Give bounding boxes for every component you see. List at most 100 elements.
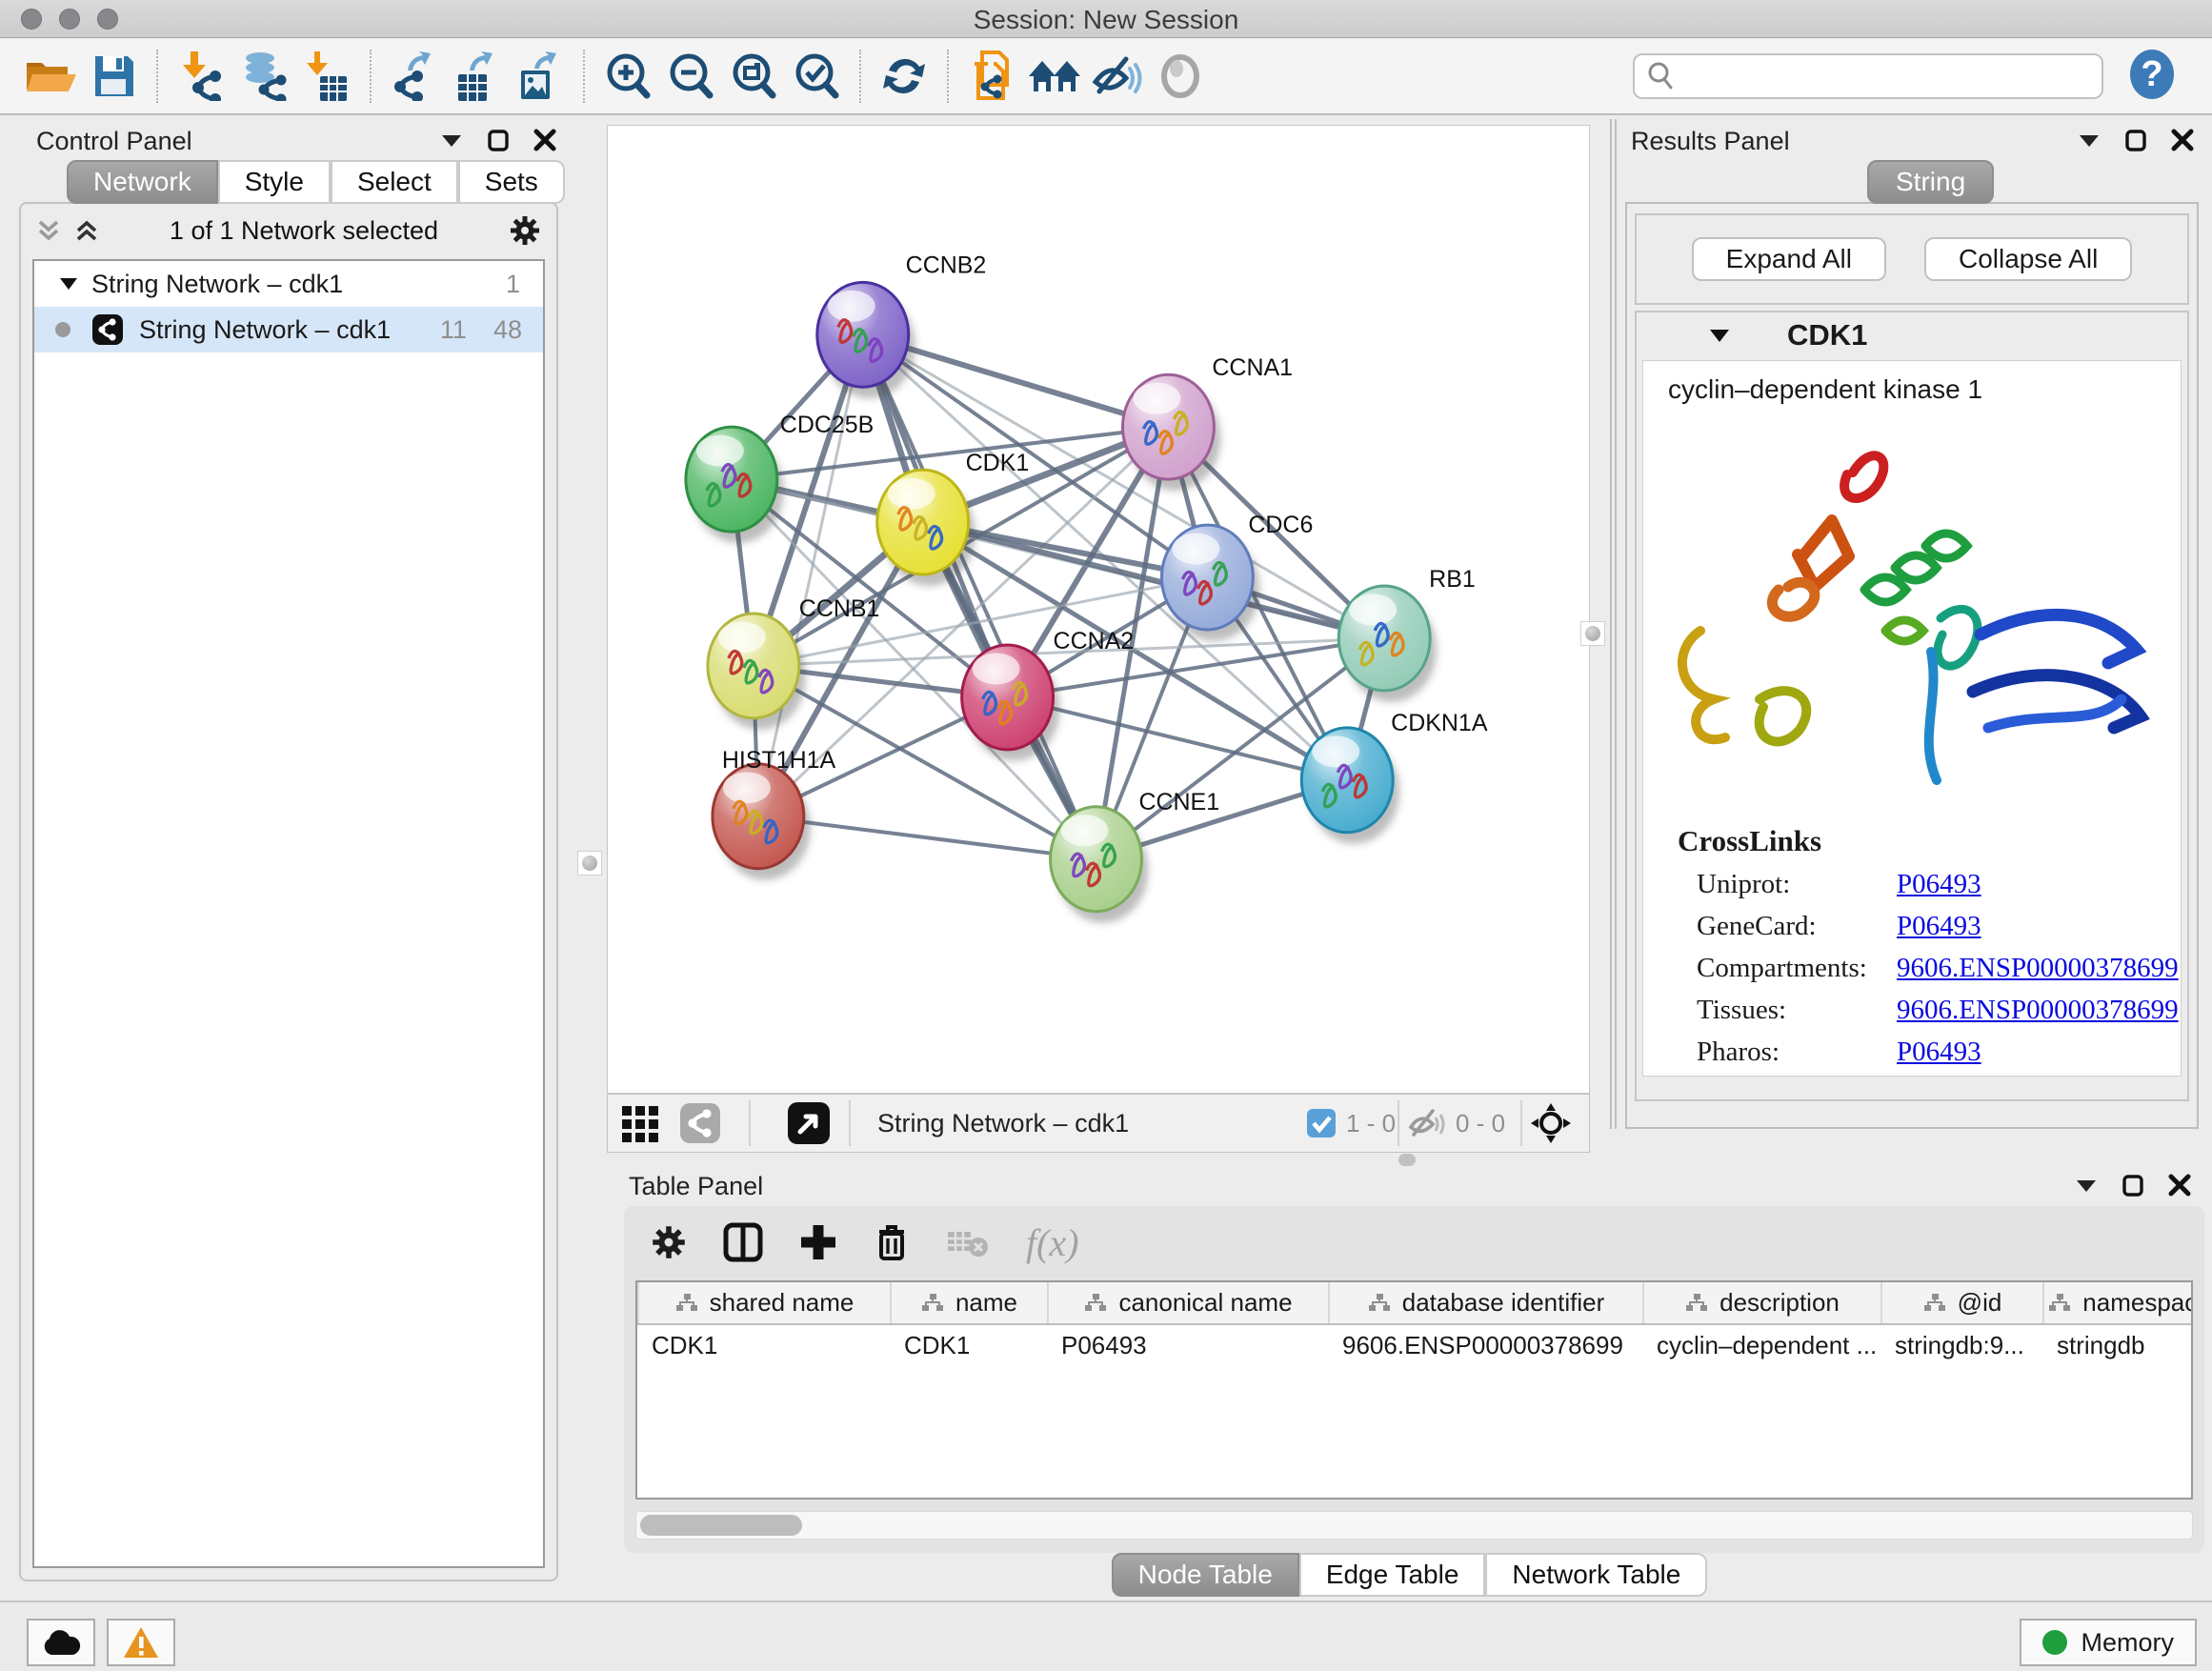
tab-network-table[interactable]: Network Table xyxy=(1485,1553,1707,1597)
warnings-button[interactable] xyxy=(107,1619,175,1666)
column-header-name[interactable]: name xyxy=(891,1282,1048,1324)
delete-table-icon[interactable] xyxy=(946,1226,990,1258)
apply-layout-button[interactable] xyxy=(873,46,935,107)
expand-all-button[interactable]: Expand All xyxy=(1692,237,1886,281)
memory-status-dot xyxy=(2042,1630,2067,1655)
zoom-fit-button[interactable] xyxy=(722,46,785,107)
zoom-in-button[interactable] xyxy=(596,46,659,107)
network-node-CCNA1[interactable] xyxy=(1122,374,1220,491)
column-header-shared-name[interactable]: shared name xyxy=(638,1282,891,1324)
tab-edge-table[interactable]: Edge Table xyxy=(1299,1553,1486,1597)
export-network-button[interactable] xyxy=(383,46,446,107)
left-splitter-handle[interactable] xyxy=(577,851,602,876)
search-input[interactable] xyxy=(1675,62,2090,91)
crosslink-link[interactable]: P06493 xyxy=(1897,1037,1981,1068)
tab-style[interactable]: Style xyxy=(218,160,331,204)
grid-view-icon[interactable] xyxy=(620,1102,662,1144)
column-header--id[interactable]: @id xyxy=(1881,1282,2043,1324)
show-all-button[interactable] xyxy=(1149,46,1212,107)
function-builder-icon[interactable]: f(x) xyxy=(1026,1220,1079,1265)
pan-crosshair-icon[interactable] xyxy=(1531,1103,1571,1143)
network-node-CCNB2[interactable] xyxy=(817,282,915,398)
network-node-CCNE1[interactable] xyxy=(1051,807,1149,923)
export-image-button[interactable] xyxy=(509,46,572,107)
table-cell[interactable]: CDK1 xyxy=(891,1324,1048,1366)
right-splitter[interactable] xyxy=(1610,119,1612,1129)
expand-all-networks-icon[interactable] xyxy=(36,218,61,243)
tree-expander-icon[interactable] xyxy=(59,276,78,292)
delete-column-icon[interactable] xyxy=(874,1222,910,1262)
birds-eye-view-icon[interactable] xyxy=(787,1101,831,1145)
crosslink-link[interactable]: P06493 xyxy=(1897,911,1981,942)
table-row[interactable]: CDK1CDK1P064939606.ENSP00000378699cyclin… xyxy=(638,1324,2193,1366)
selected-checkbox-icon[interactable] xyxy=(1306,1108,1337,1138)
export-table-button[interactable] xyxy=(446,46,509,107)
network-canvas[interactable]: CCNB2CCNA1CDC25BCDK1CDC6RB1CCNB1CCNA2CDK… xyxy=(607,125,1590,1094)
table-cell[interactable]: cyclin–dependent ... xyxy=(1643,1324,1881,1366)
column-header-description[interactable]: description xyxy=(1643,1282,1881,1324)
help-button[interactable]: ? xyxy=(2128,48,2176,106)
table-cell[interactable]: 9606.ENSP00000378699 xyxy=(1329,1324,1643,1366)
network-node-CCNA2[interactable] xyxy=(962,645,1060,761)
import-network-database-button[interactable] xyxy=(232,46,295,107)
table-cell[interactable]: stringdb xyxy=(2043,1324,2193,1366)
hide-selected-button[interactable] xyxy=(1086,46,1149,107)
save-session-button[interactable] xyxy=(82,46,145,107)
tab-network[interactable]: Network xyxy=(67,160,218,204)
float-panel-icon[interactable] xyxy=(2122,1174,2143,1197)
zoom-out-button[interactable] xyxy=(659,46,722,107)
import-table-button[interactable] xyxy=(295,46,358,107)
import-network-file-button[interactable] xyxy=(170,46,232,107)
memory-button[interactable]: Memory xyxy=(2020,1619,2197,1666)
crosslink-link[interactable]: 9606.ENSP00000378699 xyxy=(1897,953,2179,984)
close-panel-icon[interactable] xyxy=(533,129,556,151)
column-header-canonical-name[interactable]: canonical name xyxy=(1048,1282,1329,1324)
table-cell[interactable]: stringdb:9... xyxy=(1881,1324,2043,1366)
table-hscrollbar-thumb[interactable] xyxy=(640,1515,802,1536)
table-cell[interactable]: P06493 xyxy=(1048,1324,1329,1366)
table-cell[interactable]: CDK1 xyxy=(638,1324,891,1366)
close-panel-icon[interactable] xyxy=(2168,1174,2191,1197)
crosslink-label: Uniprot: xyxy=(1697,869,1897,900)
network-node-CDC25B[interactable] xyxy=(686,427,784,543)
tab-select[interactable]: Select xyxy=(331,160,458,204)
collapse-all-button[interactable]: Collapse All xyxy=(1924,237,2132,281)
zoom-selected-button[interactable] xyxy=(785,46,848,107)
network-view-mode-icon[interactable] xyxy=(679,1102,721,1144)
network-row[interactable]: String Network – cdk1 11 48 xyxy=(34,307,543,352)
tab-string[interactable]: String xyxy=(1867,160,1994,204)
column-header-database-identifier[interactable]: database identifier xyxy=(1329,1282,1643,1324)
tab-sets[interactable]: Sets xyxy=(458,160,565,204)
node-table[interactable]: shared namenamecanonical namedatabase id… xyxy=(635,1280,2193,1500)
tab-node-table[interactable]: Node Table xyxy=(1112,1553,1299,1597)
add-column-icon[interactable] xyxy=(799,1223,837,1261)
crosslink-link[interactable]: 9606.ENSP00000378699 xyxy=(1897,995,2179,1026)
hidden-eye-slash-icon[interactable] xyxy=(1408,1106,1446,1140)
eye-slash-icon xyxy=(1092,53,1143,99)
collapse-panel-icon[interactable] xyxy=(2075,1178,2098,1193)
section-expander-icon[interactable] xyxy=(1709,328,1730,343)
right-splitter-handle[interactable] xyxy=(1580,621,1605,646)
table-hscrollbar[interactable] xyxy=(635,1511,2193,1540)
first-neighbors-button[interactable] xyxy=(1023,46,1086,107)
clone-network-button[interactable] xyxy=(960,46,1023,107)
gene-section-header[interactable]: CDK1 xyxy=(1637,312,2187,358)
network-node-CDK1[interactable] xyxy=(877,470,975,586)
table-options-gear-icon[interactable] xyxy=(651,1224,687,1260)
crosslink-link[interactable]: P06493 xyxy=(1897,869,1981,900)
show-columns-icon[interactable] xyxy=(723,1222,763,1262)
float-panel-icon[interactable] xyxy=(2125,129,2146,151)
close-panel-icon[interactable] xyxy=(2171,129,2194,151)
float-panel-icon[interactable] xyxy=(488,129,509,151)
control-panel-title: Control Panel xyxy=(36,127,192,156)
network-collection-row[interactable]: String Network – cdk1 1 xyxy=(34,261,543,307)
collapse-all-networks-icon[interactable] xyxy=(74,218,99,243)
collapse-panel-icon[interactable] xyxy=(440,132,463,148)
open-session-button[interactable] xyxy=(19,46,82,107)
network-node-CDKN1A[interactable] xyxy=(1301,728,1399,844)
column-header-namespace[interactable]: namespace xyxy=(2043,1282,2193,1324)
network-options-gear-icon[interactable] xyxy=(509,214,541,247)
collapse-panel-icon[interactable] xyxy=(2078,132,2101,148)
cloud-tasks-button[interactable] xyxy=(27,1619,95,1666)
network-node-RB1[interactable] xyxy=(1338,586,1437,702)
